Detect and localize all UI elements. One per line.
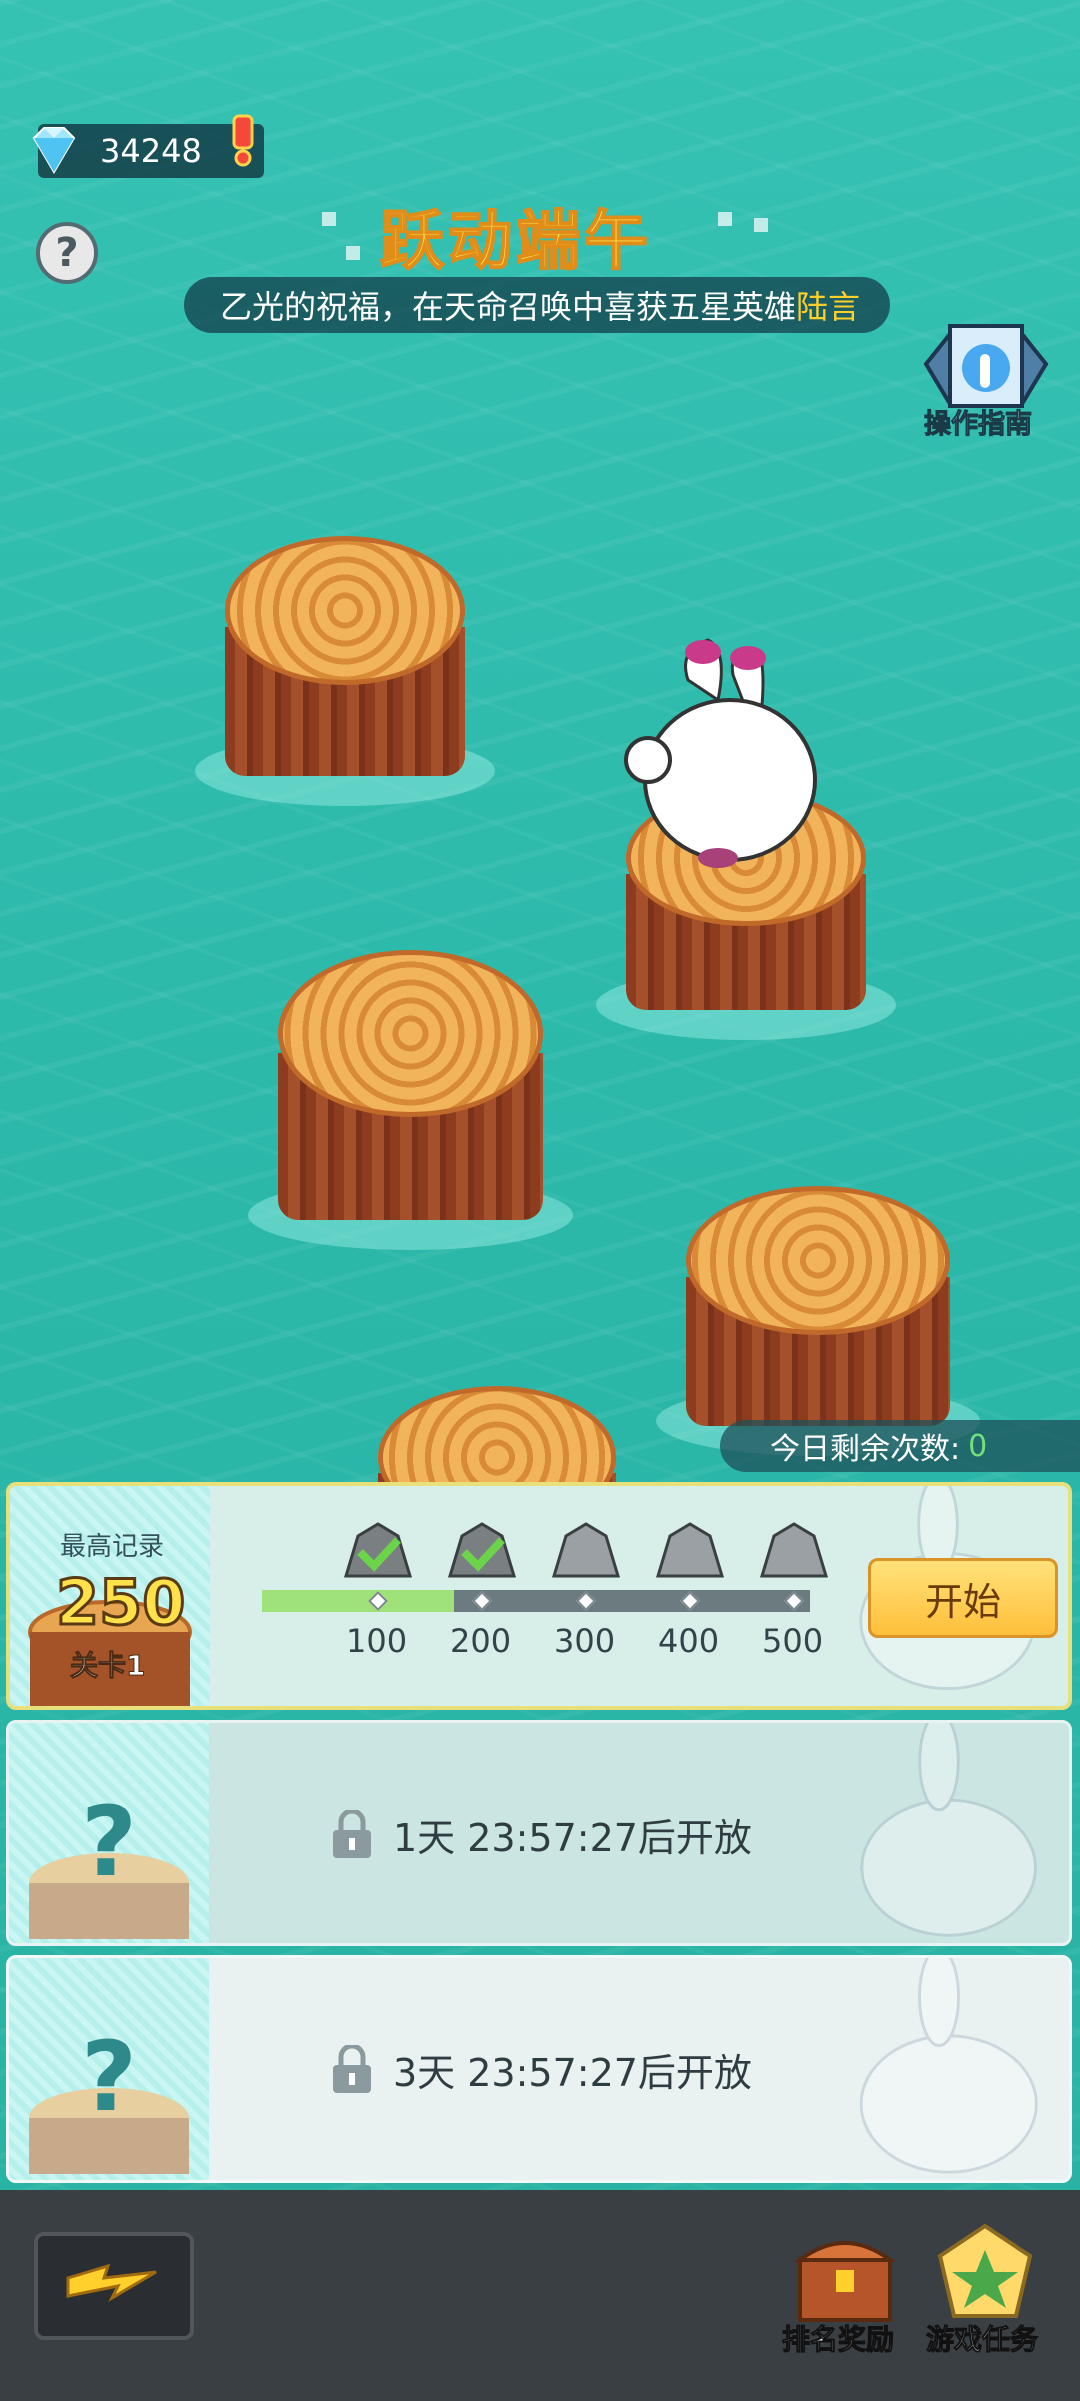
milestone-value: 500 [762, 1622, 824, 1660]
remaining-label: 今日剩余次数: [770, 1432, 961, 1467]
stage-thumbnail: 最高记录 250 关卡1 [10, 1486, 210, 1706]
milestone-value: 100 [346, 1622, 408, 1660]
lock-icon [333, 2044, 371, 2093]
stump [195, 536, 495, 806]
mystery-stump-icon: ? [29, 1786, 189, 1939]
remaining-value: 0 [968, 1428, 988, 1464]
milestone-rock-icon [447, 1522, 517, 1578]
decor-dot [346, 246, 360, 260]
remaining-attempts: 今日剩余次数: 0 [720, 1420, 1080, 1472]
marquee-highlight: 陆言 [796, 288, 861, 326]
bunny-player [624, 638, 817, 868]
stage-panel-1: 最高记录 250 关卡1 100 200 300 400 500 开始 [6, 1482, 1072, 1710]
stump-top [686, 1186, 950, 1335]
lock-icon [333, 1809, 371, 1858]
back-button[interactable] [34, 2232, 194, 2340]
milestone-value: 300 [554, 1622, 616, 1660]
svg-text:?: ? [81, 2021, 137, 2133]
stage-panel-2: ? 1天 23:57:27后开放 [6, 1720, 1072, 1946]
score-progress-fill [262, 1590, 454, 1612]
record-value: 250 [54, 1565, 186, 1641]
stump [656, 1186, 980, 1456]
svg-text:?: ? [81, 1786, 137, 1898]
milestone-rock-icon [655, 1522, 725, 1578]
stage-label: 关卡1 [69, 1649, 146, 1683]
start-button[interactable]: 开始 [868, 1558, 1058, 1638]
locked-info: 1天 23:57:27后开放 [329, 1807, 752, 1862]
stump [248, 950, 573, 1250]
record-label: 最高记录 [60, 1532, 165, 1562]
gem-count: 34248 [100, 132, 202, 170]
milestone-rock-icon [343, 1522, 413, 1578]
stage-thumbnail: ? [9, 1723, 209, 1943]
decor-dot [322, 212, 336, 226]
decor-dot [754, 218, 768, 232]
stage-panel-3: ? 3天 23:57:27后开放 [6, 1955, 1072, 2183]
decor-dot [718, 212, 732, 226]
stage-thumbnail: ? [9, 1958, 209, 2180]
marquee-text: 乙光的祝福，在天命召唤中喜获五星英雄 [220, 288, 797, 326]
ranking-reward-label[interactable]: 排名奖励 [781, 2318, 894, 2358]
milestone-value: 400 [658, 1622, 720, 1660]
score-progress-track [262, 1590, 810, 1612]
exclamation-icon [232, 114, 254, 167]
locked-countdown: 1天 23:57:27后开放 [393, 1816, 752, 1860]
stump-top [278, 950, 543, 1118]
locked-info: 3天 23:57:27后开放 [329, 2042, 752, 2097]
mystery-stump-icon: ? [29, 2021, 189, 2174]
event-title: 跃动端午 [379, 204, 652, 280]
announcement-marquee: 乙光的祝福，在天命召唤中喜获五星英雄 陆言 [184, 277, 890, 333]
milestone-rock-icon [551, 1522, 621, 1578]
guide-label[interactable]: 操作指南 [924, 402, 1033, 441]
bunny-watermark [859, 1958, 1038, 2174]
milestone-rock-icon [759, 1522, 829, 1578]
stump-top [225, 536, 465, 685]
milestone-value: 200 [450, 1622, 512, 1660]
question-icon[interactable]: ? [36, 222, 98, 284]
lightning-arrow-icon [66, 2263, 157, 2302]
bunny-watermark [860, 1723, 1037, 1937]
diamond-icon [32, 127, 76, 174]
game-tasks-label[interactable]: 游戏任务 [925, 2318, 1038, 2358]
locked-countdown: 3天 23:57:27后开放 [393, 2051, 752, 2095]
